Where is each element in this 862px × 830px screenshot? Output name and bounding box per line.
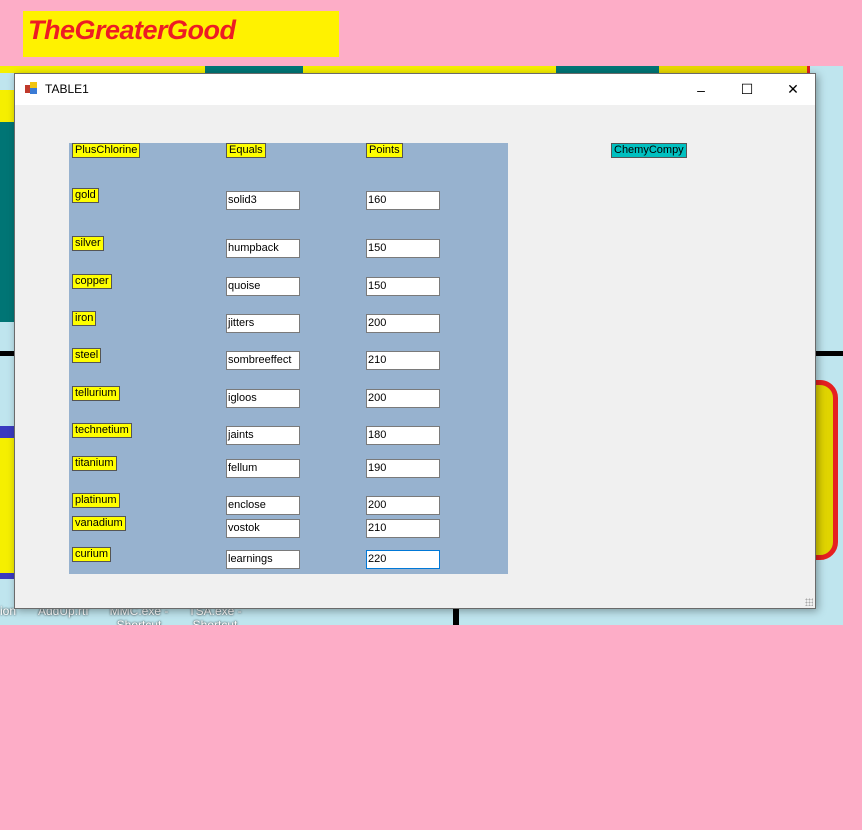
equals-textbox[interactable]: quoise — [226, 277, 300, 296]
desktop-window-strip — [659, 66, 810, 73]
element-label: technetium — [72, 423, 132, 438]
element-label: silver — [72, 236, 104, 251]
resize-grip[interactable] — [805, 598, 813, 606]
minimize-button[interactable]: – — [678, 74, 724, 105]
points-textbox[interactable]: 200 — [366, 496, 440, 515]
brand-banner: TheGreaterGood — [23, 11, 339, 57]
element-label: iron — [72, 311, 97, 326]
header-pluschlorine: PlusChlorine — [72, 143, 141, 158]
equals-textbox[interactable]: solid3 — [226, 191, 300, 210]
title-bar[interactable]: TABLE1 – ☐ ✕ — [15, 74, 815, 105]
element-label: steel — [72, 348, 102, 363]
element-label: vanadium — [72, 516, 126, 531]
table1-window: TABLE1 – ☐ ✕ PlusChlorine Equals Points gol… — [14, 73, 816, 609]
points-textbox[interactable]: 160 — [366, 191, 440, 210]
equals-textbox[interactable]: enclose — [226, 496, 300, 515]
equals-textbox[interactable]: igloos — [226, 389, 300, 408]
element-label: curium — [72, 547, 112, 562]
points-textbox[interactable]: 210 — [366, 351, 440, 370]
points-textbox[interactable]: 200 — [366, 389, 440, 408]
points-textbox[interactable]: 180 — [366, 426, 440, 445]
desktop-window-strip — [205, 66, 303, 73]
app-icon — [25, 82, 38, 95]
points-textbox[interactable]: 190 — [366, 459, 440, 478]
equals-textbox[interactable]: jitters — [226, 314, 300, 333]
desktop-window-strip — [0, 66, 205, 73]
desktop-teal-block — [0, 90, 14, 322]
points-textbox[interactable]: 210 — [366, 519, 440, 538]
element-label: copper — [72, 274, 112, 289]
window-title: TABLE1 — [45, 82, 89, 96]
equals-textbox[interactable]: humpback — [226, 239, 300, 258]
brand-text: TheGreaterGood — [28, 15, 236, 45]
table-panel: PlusChlorine Equals Points gold solid3 160 sil… — [69, 143, 508, 574]
element-label: platinum — [72, 493, 120, 508]
element-label: tellurium — [72, 386, 120, 401]
header-equals: Equals — [226, 143, 266, 158]
equals-textbox[interactable]: jaints — [226, 426, 300, 445]
points-textbox[interactable]: 200 — [366, 314, 440, 333]
equals-textbox[interactable]: fellum — [226, 459, 300, 478]
equals-textbox[interactable]: learnings — [226, 550, 300, 569]
points-textbox[interactable]: 150 — [366, 277, 440, 296]
header-points: Points — [366, 143, 403, 158]
desktop-window-strip — [556, 66, 659, 73]
points-textbox[interactable]: 220 — [366, 550, 440, 569]
equals-textbox[interactable]: sombreeffect — [226, 351, 300, 370]
points-textbox[interactable]: 150 — [366, 239, 440, 258]
desktop-yellow-block — [0, 426, 14, 579]
equals-textbox[interactable]: vostok — [226, 519, 300, 538]
chemycompy-label: ChemyCompy — [611, 143, 687, 158]
element-label: titanium — [72, 456, 117, 471]
element-label: gold — [72, 188, 99, 203]
maximize-button[interactable]: ☐ — [724, 74, 770, 105]
close-button[interactable]: ✕ — [770, 74, 816, 105]
desktop-window-strip — [303, 66, 556, 73]
